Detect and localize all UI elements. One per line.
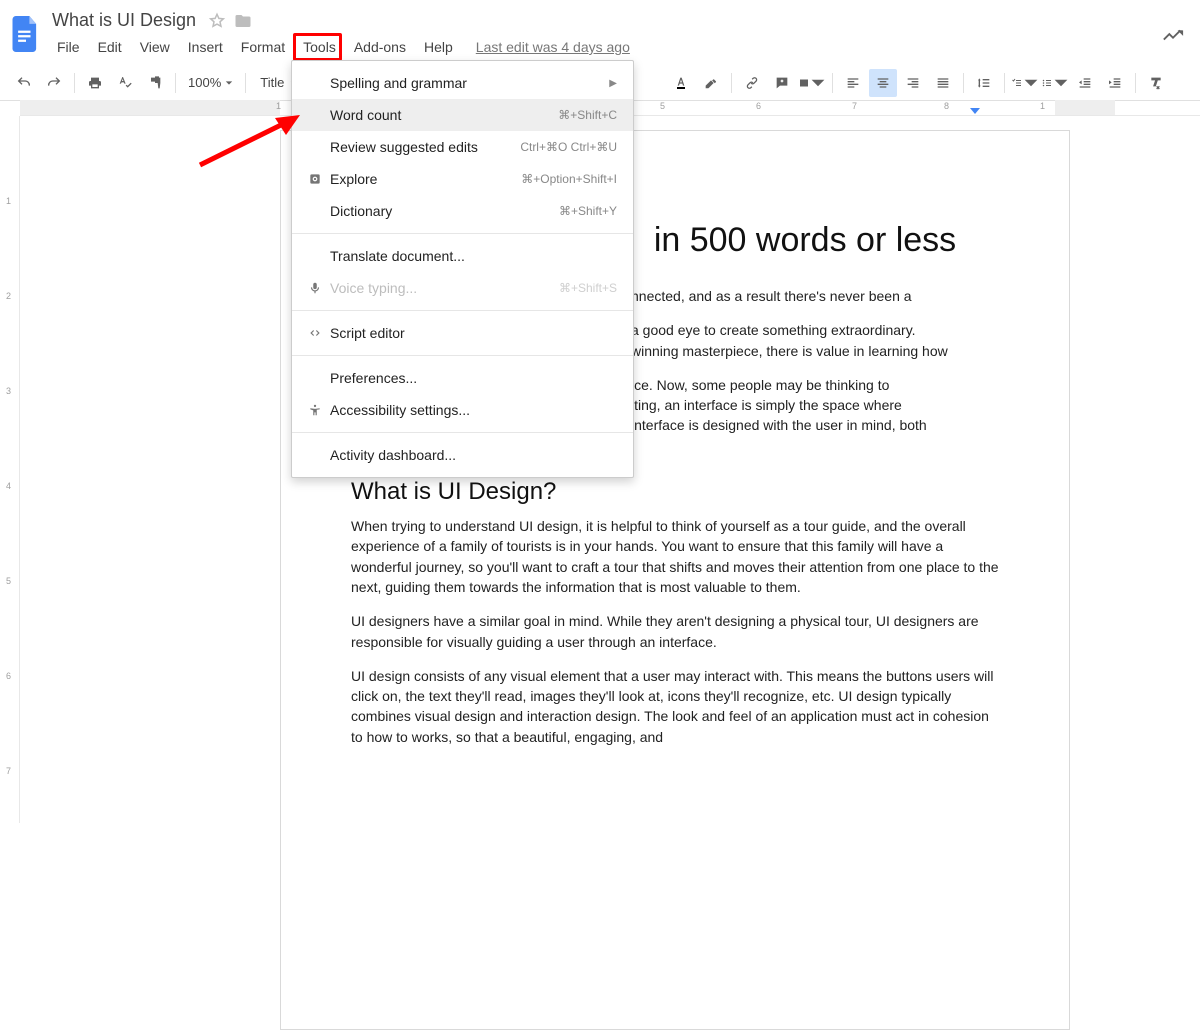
- shortcut-label: ⌘+Shift+C: [558, 108, 617, 122]
- tools-item-label: Review suggested edits: [330, 139, 520, 155]
- menu-help[interactable]: Help: [415, 35, 462, 59]
- paint-format-button[interactable]: [141, 69, 169, 97]
- tools-item-label: Spelling and grammar: [330, 75, 601, 91]
- shortcut-label: ⌘+Shift+S: [559, 281, 617, 295]
- tools-item-label: Explore: [330, 171, 521, 187]
- doc-paragraph[interactable]: UI designers have a similar goal in mind…: [351, 611, 999, 652]
- decrease-indent-button[interactable]: [1071, 69, 1099, 97]
- insert-image-button[interactable]: [798, 69, 826, 97]
- mic-icon: [304, 281, 326, 295]
- menu-tools[interactable]: Tools: [294, 35, 345, 59]
- tools-item-label: Accessibility settings...: [330, 402, 617, 418]
- spellcheck-button[interactable]: [111, 69, 139, 97]
- tools-item-explore[interactable]: Explore⌘+Option+Shift+I: [292, 163, 633, 195]
- clear-formatting-button[interactable]: [1142, 69, 1170, 97]
- tools-item-translate-document[interactable]: Translate document...: [292, 240, 633, 272]
- shortcut-label: ⌘+Shift+Y: [559, 204, 617, 218]
- menu-file[interactable]: File: [48, 35, 89, 59]
- trend-icon[interactable]: [1162, 28, 1184, 47]
- document-title[interactable]: What is UI Design: [48, 8, 200, 33]
- explore-icon: [304, 172, 326, 186]
- star-icon[interactable]: [208, 12, 226, 30]
- tools-item-script-editor[interactable]: Script editor: [292, 317, 633, 349]
- vertical-ruler[interactable]: 1234567: [0, 116, 20, 823]
- tools-item-label: Dictionary: [330, 203, 559, 219]
- doc-paragraph[interactable]: When trying to understand UI design, it …: [351, 516, 999, 597]
- tools-menu-dropdown: Spelling and grammar ▶ Word count⌘+Shift+C…: [291, 60, 634, 478]
- menu-add-ons[interactable]: Add-ons: [345, 35, 415, 59]
- menu-bar: FileEditViewInsertFormatToolsAdd-onsHelp…: [48, 35, 630, 59]
- tools-item-label: Script editor: [330, 325, 617, 341]
- tools-item-preferences[interactable]: Preferences...: [292, 362, 633, 394]
- text-color-button[interactable]: [667, 69, 695, 97]
- insert-comment-button[interactable]: [768, 69, 796, 97]
- redo-button[interactable]: [40, 69, 68, 97]
- tools-item-accessibility-settings[interactable]: Accessibility settings...: [292, 394, 633, 426]
- indent-marker-right[interactable]: [970, 108, 980, 114]
- tools-item-label: Voice typing...: [330, 280, 559, 296]
- last-edit-link[interactable]: Last edit was 4 days ago: [476, 39, 630, 55]
- submenu-arrow-icon: ▶: [609, 78, 617, 89]
- tools-item-dictionary[interactable]: Dictionary⌘+Shift+Y: [292, 195, 633, 227]
- shortcut-label: ⌘+Option+Shift+I: [521, 172, 617, 186]
- accessibility-icon: [304, 403, 326, 417]
- highlight-color-button[interactable]: [697, 69, 725, 97]
- align-right-button[interactable]: [899, 69, 927, 97]
- align-left-button[interactable]: [839, 69, 867, 97]
- checklist-button[interactable]: [1011, 69, 1039, 97]
- align-center-button[interactable]: [869, 69, 897, 97]
- align-justify-button[interactable]: [929, 69, 957, 97]
- tools-item-word-count[interactable]: Word count⌘+Shift+C: [292, 99, 633, 131]
- title-bar: What is UI Design FileEditViewInsertForm…: [0, 0, 1200, 59]
- menu-edit[interactable]: Edit: [89, 35, 131, 59]
- tools-item-voice-typing: Voice typing...⌘+Shift+S: [292, 272, 633, 304]
- tools-item-activity-dashboard[interactable]: Activity dashboard...: [292, 439, 633, 471]
- shortcut-label: Ctrl+⌘O Ctrl+⌘U: [520, 140, 617, 154]
- zoom-select[interactable]: 100%: [182, 75, 239, 90]
- tools-item-spelling-and-grammar[interactable]: Spelling and grammar ▶: [292, 67, 633, 99]
- tools-item-label: Activity dashboard...: [330, 447, 617, 463]
- line-spacing-button[interactable]: [970, 69, 998, 97]
- increase-indent-button[interactable]: [1101, 69, 1129, 97]
- tools-item-label: Preferences...: [330, 370, 617, 386]
- folder-icon[interactable]: [234, 12, 252, 30]
- menu-insert[interactable]: Insert: [179, 35, 232, 59]
- menu-view[interactable]: View: [131, 35, 179, 59]
- tools-item-label: Translate document...: [330, 248, 617, 264]
- bulleted-list-button[interactable]: [1041, 69, 1069, 97]
- insert-link-button[interactable]: [738, 69, 766, 97]
- menu-format[interactable]: Format: [232, 35, 294, 59]
- doc-heading-2[interactable]: What is UI Design?: [351, 478, 999, 506]
- undo-button[interactable]: [10, 69, 38, 97]
- code-icon: [304, 326, 326, 340]
- tools-item-review-suggested-edits[interactable]: Review suggested editsCtrl+⌘O Ctrl+⌘U: [292, 131, 633, 163]
- tools-item-label: Word count: [330, 107, 558, 123]
- doc-paragraph[interactable]: UI design consists of any visual element…: [351, 666, 999, 747]
- docs-logo-icon[interactable]: [8, 11, 44, 57]
- print-button[interactable]: [81, 69, 109, 97]
